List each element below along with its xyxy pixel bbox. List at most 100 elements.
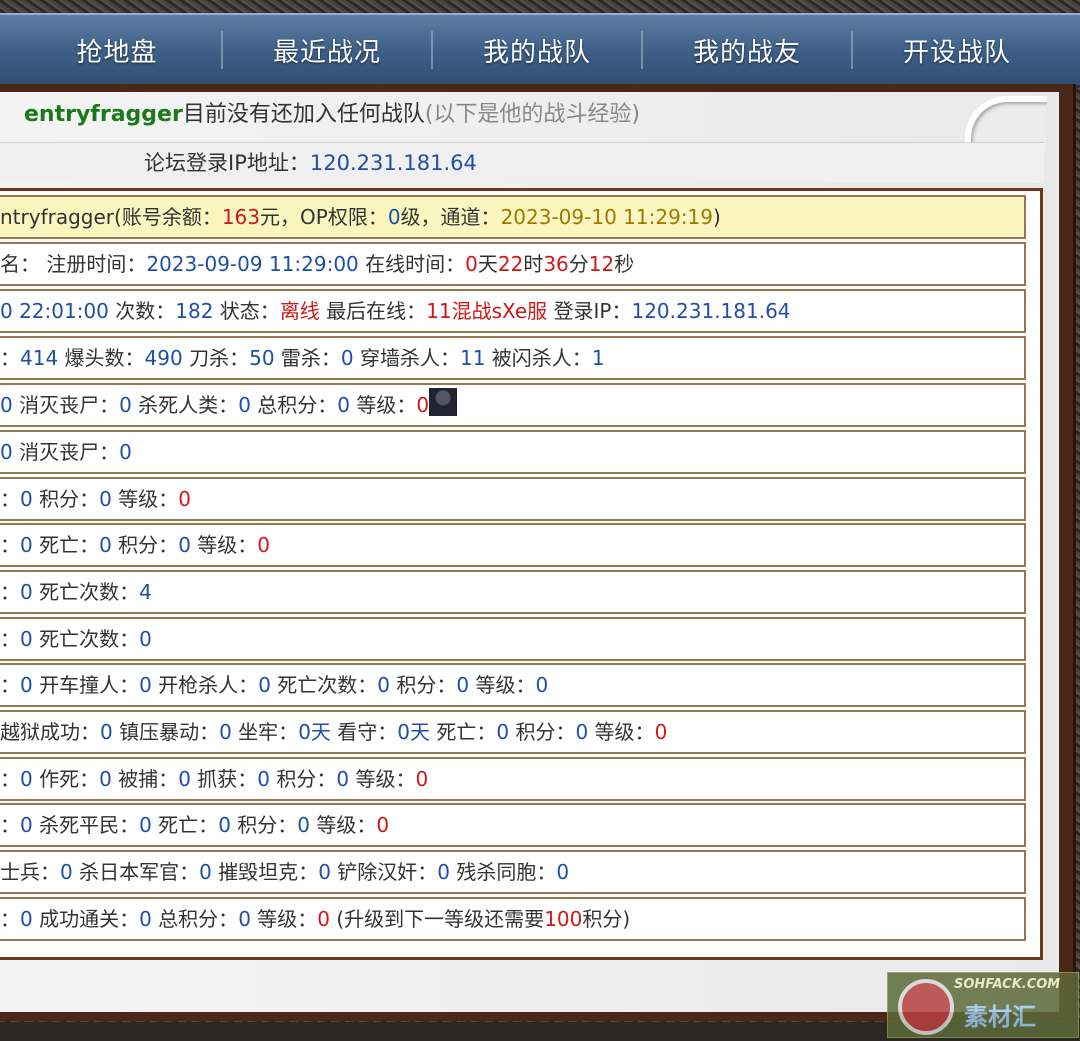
stat-label: 等级：: [350, 393, 417, 417]
stat-row: ：0 开车撞人：0 开枪杀人：0 死亡次数：0 积分：0 等级：0: [0, 663, 1026, 707]
stat-value: 0: [20, 627, 33, 651]
stat-label: 等级：: [588, 720, 655, 744]
stat-label: ：: [0, 767, 20, 791]
stat-value: 0: [100, 720, 113, 744]
stat-value: 0 22:01:00: [0, 299, 109, 323]
stat-label: 爆头数：: [58, 346, 145, 370]
stat-value: 120.231.181.64: [631, 299, 791, 323]
stat-label: 积分：: [509, 720, 576, 744]
stat-row-text: 士兵：0 杀日本军官：0 摧毁坦克：0 铲除汉奸：0 残杀同胞：0: [0, 852, 569, 892]
forum-ip-label: 论坛登录IP地址：: [144, 151, 310, 175]
stat-label: 坐牢：: [231, 720, 299, 744]
stat-row: ：0 成功通关：0 总积分：0 等级：0 (升级到下一等级还需要100积分): [0, 897, 1026, 941]
stat-value: 0: [257, 767, 271, 791]
stat-row-text: ：0 死亡次数：0: [0, 619, 152, 659]
stat-value: 0: [218, 813, 231, 837]
stat-value: 0: [238, 393, 251, 417]
stat-label: ：: [0, 487, 20, 511]
stat-row-text: 越狱成功：0 镇压暴动：0 坐牢：0天 看守：0天 死亡：0 积分：0 等级：0: [0, 712, 667, 752]
stat-value: 离线: [279, 299, 320, 323]
stat-row-text: 名： 注册时间：2023-09-09 11:29:00 在线时间：0天22时36…: [0, 244, 634, 284]
stat-label: 等级：: [111, 487, 179, 511]
stat-label: 死亡次数：: [32, 627, 140, 651]
battle-exp-note: (以下是他的战斗经验): [424, 102, 641, 127]
stat-value: 0: [318, 860, 331, 884]
stat-label: 等级：: [250, 907, 318, 931]
stat-value: 0: [139, 813, 152, 837]
stat-value: 0: [20, 487, 33, 511]
stat-label: 在线时间：: [358, 252, 466, 276]
stat-value: 490: [144, 346, 183, 370]
nav-create-team[interactable]: 开设战队: [852, 15, 1062, 85]
username-link[interactable]: entryfragger: [24, 102, 183, 127]
stat-value: 0: [377, 673, 391, 697]
nav-my-teammates[interactable]: 我的战友: [642, 15, 852, 85]
stat-label: 最后在线：: [319, 299, 427, 323]
logo-emblem-icon: [898, 979, 954, 1035]
forum-ip-line: 论坛登录IP地址：120.231.181.64: [0, 142, 1044, 183]
stat-value: 0: [258, 673, 271, 697]
stat-value: 0: [99, 767, 112, 791]
stat-label: ：: [0, 673, 20, 697]
stat-value: 36: [543, 252, 569, 276]
stat-row: ：0 死亡：0 积分：0 等级：0: [0, 523, 1026, 567]
stat-row-text: ：0 作死：0 被捕：0 抓获：0 积分：0 等级：0: [0, 759, 428, 799]
stat-label: 等级：: [310, 813, 377, 837]
stat-row: 0 消灭丧尸：0 杀死人类：0 总积分：0 等级：0: [0, 383, 1026, 427]
stat-label: 杀死人类：: [131, 393, 239, 417]
stat-row: 士兵：0 杀日本军官：0 摧毁坦克：0 铲除汉奸：0 残杀同胞：0: [0, 850, 1026, 894]
stat-value: 0: [257, 533, 271, 557]
stat-label: 积分：: [390, 673, 457, 697]
nav-grab-territory[interactable]: 抢地盘: [12, 15, 222, 85]
stat-value: 1: [591, 346, 605, 370]
stat-label: 作死：: [32, 767, 100, 791]
stat-label: 摧毁坦克：: [211, 860, 319, 884]
stat-label: 死亡：: [430, 720, 497, 744]
stat-value: 22: [497, 252, 524, 276]
stat-label: 被闪杀人：: [485, 346, 592, 370]
no-team-text: 目前没有还加入任何战队: [182, 102, 425, 127]
stat-label: 穿墙杀人：: [353, 346, 460, 370]
stat-value: 0: [336, 767, 350, 791]
stat-row-text: ：0 积分：0 等级：0: [0, 479, 191, 519]
nav-recent-battles[interactable]: 最近战况: [222, 15, 432, 85]
content-frame: entryfragger目前没有还加入任何战队(以下是他的战斗经验) 论坛登录I…: [0, 84, 1076, 1021]
stat-row-text: 0 消灭丧尸：0: [0, 432, 132, 472]
stat-row-text: ：0 死亡：0 积分：0 等级：0: [0, 525, 270, 565]
stat-row: 0 消灭丧尸：0: [0, 430, 1026, 474]
stat-label: (升级到下一等级还需要: [330, 907, 545, 931]
stat-row: 越狱成功：0 镇压暴动：0 坐牢：0天 看守：0天 死亡：0 积分：0 等级：0: [0, 710, 1026, 754]
stat-value: 0: [654, 720, 668, 744]
stat-label: 士兵：: [0, 860, 60, 884]
top-nav: 抢地盘 最近战况 我的战队 我的战友 开设战队: [0, 13, 1080, 88]
stat-row-text: 0 22:01:00 次数：182 状态：离线 最后在线：11混战sXe服 登录…: [0, 291, 791, 331]
stat-value: 0: [99, 487, 112, 511]
stat-label: 残杀同胞：: [450, 860, 557, 884]
stat-label: 被捕：: [111, 767, 179, 791]
nav-my-team[interactable]: 我的战队: [432, 15, 642, 85]
stat-label: 积分：: [270, 767, 337, 791]
stat-value: 0: [340, 346, 354, 370]
stat-row: ：0 积分：0 等级：0: [0, 477, 1026, 521]
stat-row: ：414 爆头数：490 刀杀：50 雷杀：0 穿墙杀人：11 被闪杀人：1: [0, 336, 1026, 380]
stat-label: ：: [0, 907, 20, 931]
stat-value: 163: [221, 205, 261, 229]
stat-value: 0: [20, 580, 33, 604]
stat-label: 时: [523, 252, 544, 276]
team-status-line: entryfragger目前没有还加入任何战队(以下是他的战斗经验): [24, 96, 640, 134]
stat-value: 0: [337, 393, 351, 417]
stat-row: ntryfragger(账号余额：163元，OP权限：0级，通道：2023-09…: [0, 195, 1026, 239]
stat-label: 镇压暴动：: [112, 720, 220, 744]
stat-value: 0: [139, 907, 152, 931]
stat-value: 12: [588, 252, 615, 276]
stat-row-text: ：0 死亡次数：4: [0, 572, 152, 612]
stat-value: 0: [119, 393, 132, 417]
stats-table: ntryfragger(账号余额：163元，OP权限：0级，通道：2023-09…: [0, 188, 1043, 960]
stat-value: 0: [238, 907, 251, 931]
stat-row: ：0 杀死平民：0 死亡：0 积分：0 等级：0: [0, 803, 1026, 847]
stat-value: 100: [544, 907, 583, 931]
stat-label: 杀日本军官：: [72, 860, 200, 884]
watermark-domain: SOHFACK.COM: [954, 977, 1061, 992]
stat-value: 0: [178, 767, 191, 791]
stat-value: 0: [496, 720, 510, 744]
